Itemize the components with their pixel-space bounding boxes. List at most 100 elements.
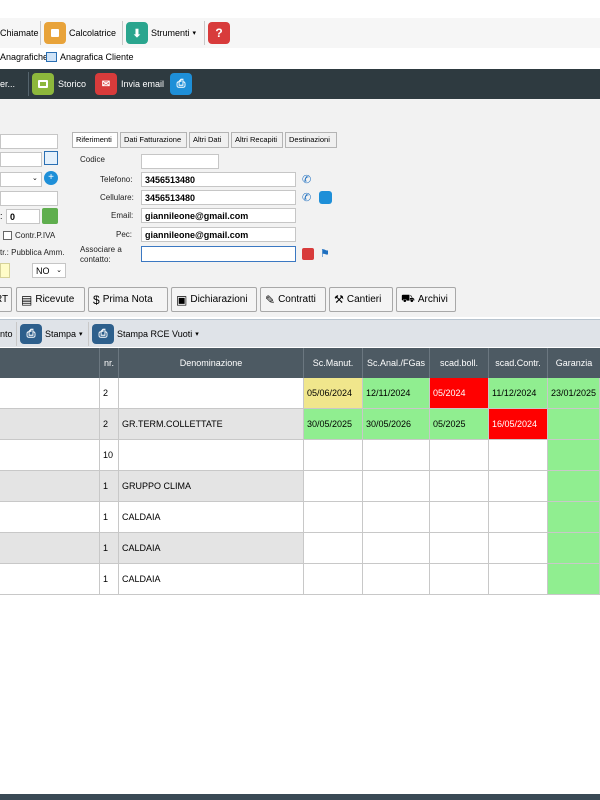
main-toolbar: Chiamate Calcolatrice ⬇ Strumenti ▾ ? — [0, 18, 600, 48]
telefono-label: Telefono: — [100, 175, 133, 184]
table-row[interactable]: 1 GRUPPO CLIMA — [0, 471, 600, 502]
table-row[interactable]: 1 CALDAIA — [0, 502, 600, 533]
money-icon: $ — [93, 292, 100, 307]
email-field[interactable]: giannileone@gmail.com — [141, 208, 296, 223]
contratti-button[interactable]: ✎ Contratti — [260, 287, 326, 312]
tab-altri-recapiti[interactable]: Altri Recapiti — [231, 132, 283, 148]
column-header-denominazione[interactable]: Denominazione — [119, 348, 304, 378]
pin-icon[interactable]: ⚑ — [320, 247, 330, 260]
garanzia-cell — [548, 440, 600, 471]
cantieri-button[interactable]: ⚒ Cantieri — [329, 287, 393, 312]
row-blank-cell — [0, 502, 100, 533]
column-header-scad-boll[interactable]: scad.boll. — [430, 348, 489, 378]
storico-button[interactable]: Storico — [32, 70, 86, 98]
truncated-grid-button[interactable]: nto — [0, 329, 13, 339]
calcolatrice-button[interactable]: Calcolatrice — [44, 19, 116, 47]
print-button[interactable]: ⎙ — [170, 70, 192, 98]
column-header-scad-contr[interactable]: scad.Contr. — [489, 348, 548, 378]
highlight-field[interactable] — [0, 263, 10, 278]
archivi-button[interactable]: ⛟ Archivi — [396, 287, 456, 312]
separator — [40, 21, 41, 45]
codice-field[interactable] — [141, 154, 219, 169]
row-blank-cell — [0, 471, 100, 502]
rt-button[interactable]: RT — [0, 287, 12, 312]
contact-icon[interactable] — [302, 248, 314, 260]
tab-riferimenti[interactable]: Riferimenti — [72, 132, 118, 148]
garanzia-cell — [548, 564, 600, 595]
table-row[interactable]: 10 — [0, 440, 600, 471]
email-icon: ✉ — [95, 73, 117, 95]
prima-nota-button[interactable]: $ Prima Nota — [88, 287, 168, 312]
strumenti-button[interactable]: ⬇ Strumenti ▾ — [126, 19, 196, 47]
dichiarazioni-button[interactable]: ▣ Dichiarazioni — [171, 287, 257, 312]
left-field-3[interactable] — [0, 191, 58, 206]
row-blank-cell — [0, 409, 100, 440]
truncated-button[interactable]: er... — [0, 70, 15, 98]
garanzia-cell — [548, 502, 600, 533]
sc-anal-cell — [363, 564, 430, 595]
table-row[interactable]: 2 05/06/2024 12/11/2024 05/2024 11/12/20… — [0, 378, 600, 409]
pec-field[interactable]: giannileone@gmail.com — [141, 227, 296, 242]
phone-icon[interactable]: ✆ — [302, 173, 311, 186]
table-row[interactable]: 1 CALDAIA — [0, 533, 600, 564]
tab-destinazioni[interactable]: Destinazioni — [285, 132, 337, 148]
associare-field[interactable] — [141, 246, 296, 262]
status-bar — [0, 794, 600, 800]
stampa-rce-button[interactable]: ⎙ Stampa RCE Vuoti ▾ — [92, 322, 199, 346]
telefono-field[interactable]: 3456513480 — [141, 172, 296, 187]
denominazione-cell: CALDAIA — [119, 502, 304, 533]
ricevute-button[interactable]: ▤ Ricevute — [16, 287, 85, 312]
column-header-nr[interactable]: nr. — [100, 348, 119, 378]
table-row[interactable]: 1 CALDAIA — [0, 564, 600, 595]
chevron-down-icon: ⌄ — [32, 175, 38, 182]
column-header-garanzia[interactable]: Garanzia — [548, 348, 600, 378]
column-header-blank[interactable] — [0, 348, 100, 378]
column-header-sc-anal[interactable]: Sc.Anal./FGas — [363, 348, 430, 378]
contr-piva-checkbox[interactable] — [3, 231, 12, 240]
garanzia-cell — [548, 471, 600, 502]
calculator-icon — [44, 22, 66, 44]
sc-manut-cell — [304, 533, 363, 564]
sc-anal-cell: 30/05/2026 — [363, 409, 430, 440]
cellulare-field[interactable]: 3456513480 — [141, 190, 296, 205]
email-label: Email: — [111, 211, 134, 220]
map-icon[interactable] — [42, 208, 58, 224]
chiamate-button[interactable]: Chiamate — [0, 19, 39, 47]
sc-anal-cell — [363, 440, 430, 471]
column-header-sc-manut[interactable]: Sc.Manut. — [304, 348, 363, 378]
nr-cell: 10 — [100, 440, 119, 471]
numero-field[interactable]: 0 — [6, 209, 40, 224]
grid-toolbar: nto ⎙ Stampa ▾ ⎙ Stampa RCE Vuoti ▾ — [0, 319, 600, 347]
sc-manut-cell — [304, 502, 363, 533]
document-icon: ▤ — [21, 292, 33, 307]
printer-icon: ⎙ — [20, 324, 42, 344]
tab-dati-fatturazione[interactable]: Dati Fatturazione — [120, 132, 187, 148]
anagrafiche-link[interactable]: Anagrafiche — [0, 52, 48, 62]
pubblica-amm-label: tr.: Pubblica Amm. — [0, 248, 65, 257]
table-row[interactable]: 2 GR.TERM.COLLETTATE 30/05/2025 30/05/20… — [0, 409, 600, 440]
row-blank-cell — [0, 378, 100, 409]
help-button[interactable]: ? — [208, 19, 230, 47]
impianti-grid: nr. Denominazione Sc.Manut. Sc.Anal./FGa… — [0, 348, 600, 596]
sc-anal-cell: 12/11/2024 — [363, 378, 430, 409]
row-blank-cell — [0, 533, 100, 564]
anagrafica-cliente-link[interactable]: Anagrafica Cliente — [60, 52, 134, 62]
denominazione-cell: CALDAIA — [119, 533, 304, 564]
left-field-2[interactable] — [0, 152, 42, 167]
tab-altri-dati[interactable]: Altri Dati — [189, 132, 229, 148]
record-toolbar: er... Storico ✉ Invia email ⎙ — [0, 69, 600, 99]
skype-icon[interactable] — [319, 191, 332, 204]
add-icon[interactable]: + — [44, 171, 58, 185]
storico-label: Storico — [58, 79, 87, 89]
pubblica-amm-select[interactable]: NO ⌄ — [32, 263, 66, 278]
phone-icon[interactable]: ✆ — [302, 191, 311, 204]
separator — [28, 72, 29, 96]
denominazione-cell: GR.TERM.COLLETTATE — [119, 409, 304, 440]
left-field-1[interactable] — [0, 134, 58, 149]
edit-icon[interactable] — [44, 151, 58, 165]
invia-email-button[interactable]: ✉ Invia email — [95, 70, 164, 98]
scad-boll-cell — [430, 533, 489, 564]
ricevute-label: Ricevute — [35, 294, 75, 305]
scad-contr-cell — [489, 440, 548, 471]
stampa-button[interactable]: ⎙ Stampa ▾ — [20, 322, 83, 346]
